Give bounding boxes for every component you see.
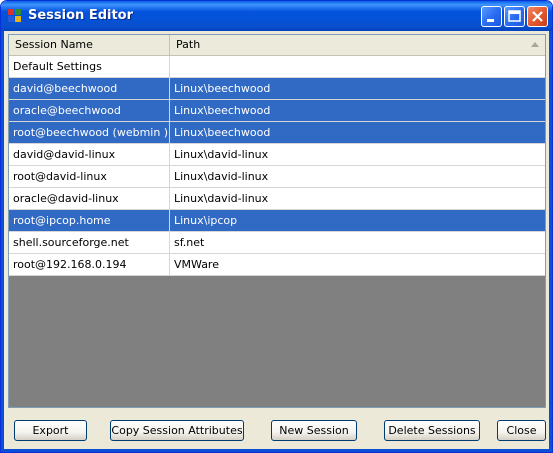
- minimize-icon: [487, 19, 494, 22]
- maximize-button[interactable]: [504, 6, 525, 27]
- maximize-icon: [508, 10, 521, 22]
- session-name-cell: david@david-linux: [9, 144, 170, 165]
- path-cell: sf.net: [174, 236, 205, 249]
- path-cell: Linux\beechwood: [174, 104, 271, 117]
- window-frame-right: [549, 31, 552, 452]
- session-name-cell: root@ipcop.home: [9, 210, 170, 231]
- session-name-cell: root@david-linux: [9, 166, 170, 187]
- window-title: Session Editor: [28, 8, 134, 23]
- session-table[interactable]: Session Name Path Default Settings david@…: [8, 34, 546, 408]
- session-name-cell: shell.sourceforge.net: [9, 232, 170, 253]
- export-button[interactable]: Export: [14, 420, 87, 441]
- close-window-button[interactable]: [527, 6, 548, 27]
- session-name-cell: oracle@david-linux: [9, 188, 170, 209]
- path-cell: Linux\david-linux: [174, 192, 269, 205]
- close-icon: [532, 11, 543, 22]
- table-row[interactable]: root@beechwood (webmin ) Linux\beechwood: [9, 122, 545, 144]
- path-cell: VMWare: [174, 258, 219, 271]
- path-cell: Linux\ipcop: [174, 214, 238, 227]
- app-icon: [8, 9, 22, 23]
- column-header-path[interactable]: Path: [170, 35, 545, 55]
- table-row[interactable]: david@david-linux Linux\david-linux: [9, 144, 545, 166]
- minimize-button[interactable]: [481, 6, 502, 27]
- table-header: Session Name Path: [9, 35, 545, 56]
- table-row[interactable]: root@192.168.0.194 VMWare: [9, 254, 545, 276]
- session-name-cell: root@192.168.0.194: [9, 254, 170, 275]
- copy-session-attributes-button[interactable]: Copy Session Attributes: [110, 420, 244, 441]
- path-cell: Linux\david-linux: [174, 170, 269, 183]
- table-row[interactable]: Default Settings: [9, 56, 545, 78]
- table-row[interactable]: oracle@beechwood Linux\beechwood: [9, 100, 545, 122]
- delete-sessions-button[interactable]: Delete Sessions: [384, 420, 480, 441]
- session-name-cell: oracle@beechwood: [9, 100, 170, 121]
- path-cell: Linux\david-linux: [174, 148, 269, 161]
- table-rows: Default Settings david@beechwood Linux\bee…: [9, 56, 545, 276]
- path-cell: Linux\beechwood: [174, 82, 271, 95]
- column-header-session-name[interactable]: Session Name: [9, 35, 170, 55]
- session-name-cell: david@beechwood: [9, 78, 170, 99]
- new-session-button[interactable]: New Session: [271, 420, 357, 441]
- session-name-cell: Default Settings: [9, 56, 170, 77]
- title-bar[interactable]: Session Editor: [1, 1, 552, 31]
- path-cell: [170, 56, 545, 77]
- window-frame-left: [1, 31, 4, 452]
- session-editor-window: Session Editor Session Name Path Default…: [0, 0, 553, 453]
- column-header-path-label: Path: [176, 38, 201, 51]
- sort-ascending-icon: [531, 42, 539, 47]
- table-row[interactable]: root@ipcop.home Linux\ipcop: [9, 210, 545, 232]
- table-row[interactable]: root@david-linux Linux\david-linux: [9, 166, 545, 188]
- table-row[interactable]: shell.sourceforge.net sf.net: [9, 232, 545, 254]
- window-frame-bottom: [1, 449, 552, 452]
- path-cell: Linux\beechwood: [174, 126, 271, 139]
- session-name-cell: root@beechwood (webmin ): [9, 122, 170, 143]
- table-row[interactable]: david@beechwood Linux\beechwood: [9, 78, 545, 100]
- close-button[interactable]: Close: [497, 420, 546, 441]
- table-row[interactable]: oracle@david-linux Linux\david-linux: [9, 188, 545, 210]
